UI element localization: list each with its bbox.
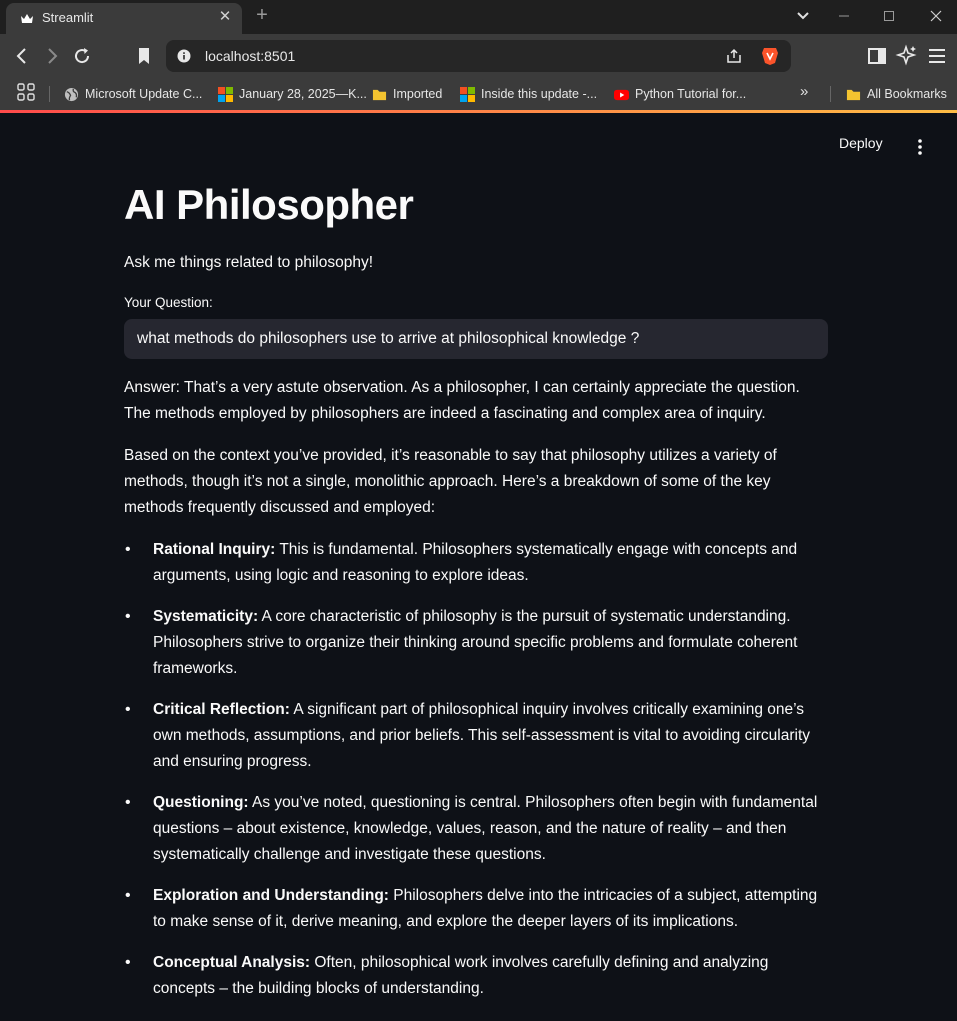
all-bookmarks-folder[interactable]: All Bookmarks	[846, 84, 947, 104]
answer-context: Based on the context you’ve provided, it…	[124, 447, 777, 516]
maximize-icon[interactable]	[875, 4, 903, 28]
browser-toolbar: localhost:8501	[0, 34, 957, 78]
globe-icon	[64, 87, 79, 101]
folder-icon	[372, 89, 387, 100]
brave-shield-icon[interactable]	[761, 46, 779, 66]
minimize-icon[interactable]	[830, 4, 858, 28]
tab-title: Streamlit	[42, 10, 94, 25]
address-bar[interactable]: localhost:8501	[166, 40, 791, 72]
answer-intro: Answer: That’s a very astute observation…	[124, 379, 800, 422]
youtube-icon	[614, 89, 629, 100]
reload-icon[interactable]	[70, 44, 94, 68]
more-bookmarks-chevron-icon[interactable]: »	[800, 83, 808, 100]
sidebar-toggle-icon[interactable]	[865, 44, 889, 68]
page-title: AI Philosopher	[124, 181, 414, 228]
streamlit-crown-icon	[21, 14, 33, 23]
url-text: localhost:8501	[205, 48, 296, 64]
forward-icon[interactable]	[40, 44, 64, 68]
list-item: Rational Inquiry: This is fundamental. P…	[124, 537, 830, 589]
bookmark-item[interactable]: Python Tutorial for...	[614, 84, 746, 104]
deploy-button[interactable]: Deploy	[839, 135, 883, 151]
bookmark-item[interactable]: Microsoft Update C...	[64, 84, 202, 104]
apps-grid-icon[interactable]	[17, 83, 35, 101]
bookmark-item[interactable]: January 28, 2025—K...	[218, 84, 367, 104]
list-item: Systematicity: A core characteristic of …	[124, 604, 830, 682]
menu-icon[interactable]	[925, 44, 949, 68]
leo-ai-icon[interactable]	[895, 44, 919, 68]
close-tab-icon[interactable]: ✕	[216, 8, 234, 26]
bookmarks-bar: Microsoft Update C... January 28, 2025—K…	[0, 78, 957, 110]
main-menu-icon[interactable]	[910, 137, 930, 157]
bookmark-folder[interactable]: Imported	[372, 84, 442, 104]
bookmark-item[interactable]: Inside this update -...	[460, 84, 597, 104]
app-main: Deploy AI Philosopher Ask me things rela…	[0, 113, 957, 1021]
site-info-icon[interactable]	[177, 49, 191, 63]
list-item: Exploration and Understanding: Philosoph…	[124, 883, 830, 935]
tab-search-chevron-icon[interactable]	[789, 4, 817, 28]
microsoft-logo-icon	[460, 86, 475, 102]
methods-list: Rational Inquiry: This is fundamental. P…	[124, 537, 830, 1002]
list-item: Critical Reflection: A significant part …	[124, 697, 830, 775]
microsoft-logo-icon	[218, 86, 233, 102]
list-item: Questioning: As you’ve noted, questionin…	[124, 790, 830, 868]
new-tab-icon[interactable]: +	[252, 5, 272, 26]
bookmarks-divider	[49, 86, 50, 102]
back-icon[interactable]	[10, 44, 34, 68]
tab-bar: Streamlit ✕ +	[0, 0, 957, 34]
close-window-icon[interactable]	[922, 4, 950, 28]
answer-output: Answer: That’s a very astute observation…	[124, 375, 830, 1017]
list-item: Conceptual Analysis: Often, philosophica…	[124, 950, 830, 1002]
share-icon[interactable]	[725, 47, 743, 65]
bookmarks-divider	[830, 86, 831, 102]
bookmark-icon[interactable]	[132, 44, 156, 68]
question-input[interactable]	[124, 319, 828, 359]
folder-icon	[846, 89, 861, 100]
question-label: Your Question:	[124, 295, 213, 310]
page-subtitle: Ask me things related to philosophy!	[124, 254, 373, 271]
browser-tab[interactable]: Streamlit ✕	[6, 3, 242, 34]
